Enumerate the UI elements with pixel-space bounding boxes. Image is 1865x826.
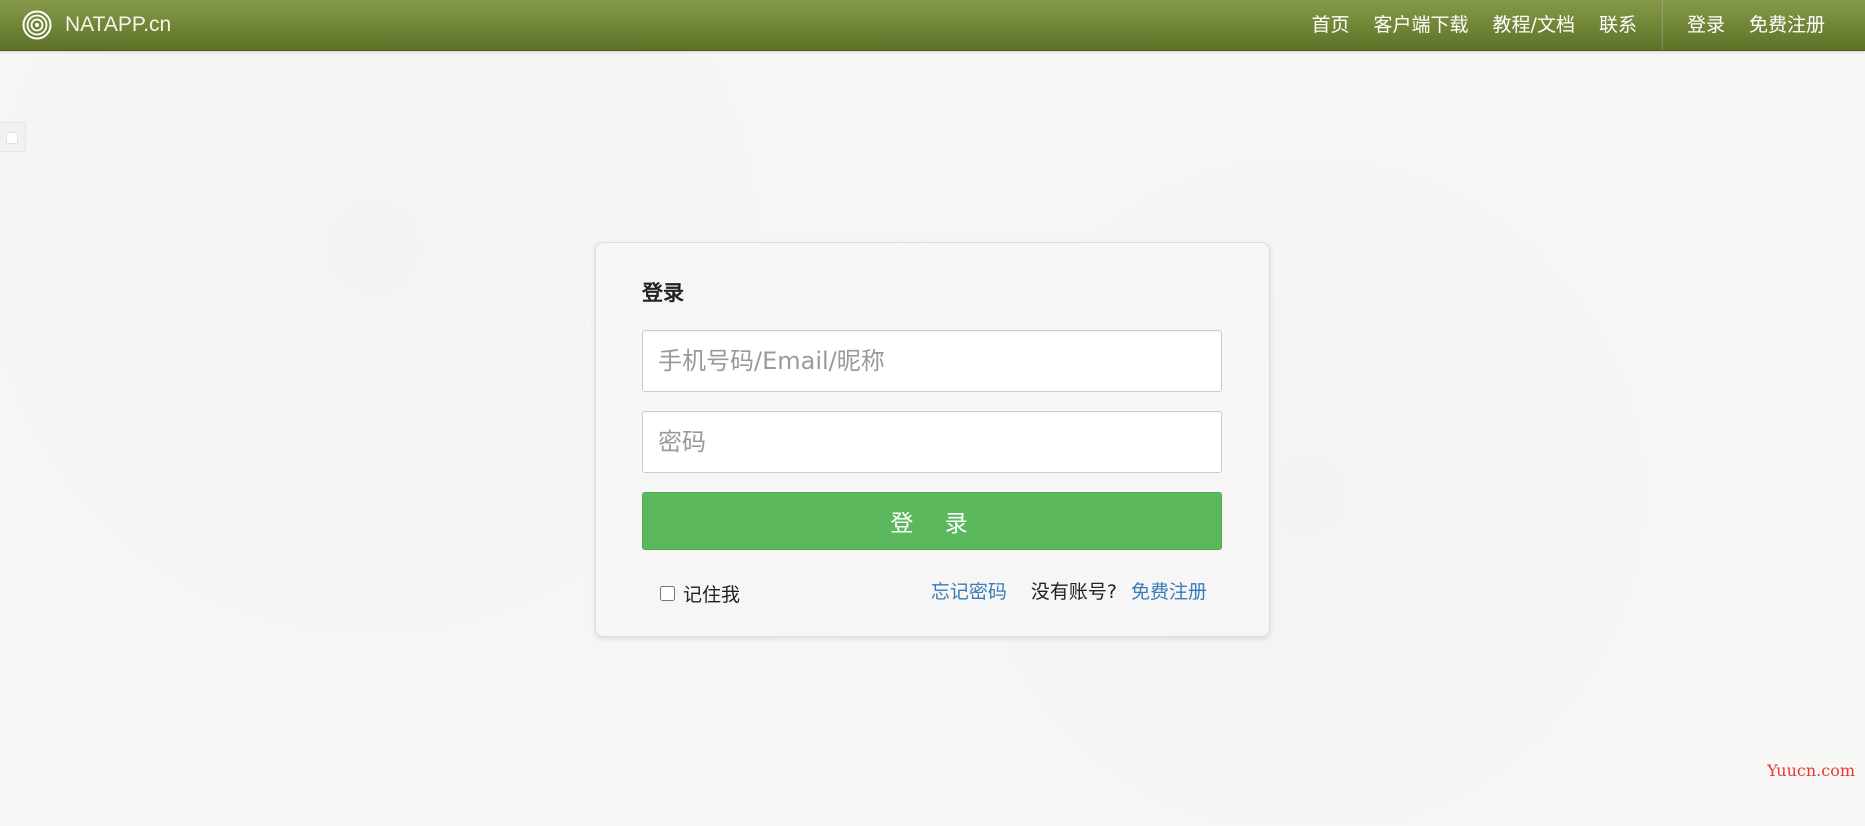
- login-panel: 登录 登 录 记住我 忘记密码 没有账号? 免费注册: [595, 242, 1270, 637]
- brand-name: NATAPP.cn: [65, 13, 172, 36]
- no-account-text: 没有账号?: [1030, 581, 1117, 603]
- side-tab[interactable]: [0, 122, 26, 152]
- remember-me-label: 记住我: [683, 584, 741, 606]
- nav-menu: 首页 客户端下载 教程/文档 联系 登录 免费注册: [1300, 0, 1837, 50]
- account-input[interactable]: [642, 330, 1222, 392]
- top-navbar: NATAPP.cn 首页 客户端下载 教程/文档 联系 登录 免费注册: [0, 0, 1865, 51]
- nav-link-docs[interactable]: 教程/文档: [1481, 0, 1587, 50]
- brand[interactable]: NATAPP.cn: [22, 8, 171, 42]
- register-link[interactable]: 免费注册: [1131, 577, 1207, 604]
- remember-me[interactable]: 记住我: [660, 580, 740, 607]
- nav-link-home[interactable]: 首页: [1300, 0, 1362, 50]
- login-submit-button[interactable]: 登 录: [642, 492, 1222, 550]
- nav-link-contact[interactable]: 联系: [1587, 0, 1649, 50]
- password-input[interactable]: [642, 411, 1222, 473]
- square-icon: [6, 132, 18, 144]
- forgot-password-link[interactable]: 忘记密码: [931, 577, 1007, 604]
- nav-link-register[interactable]: 免费注册: [1737, 0, 1837, 50]
- nav-link-login[interactable]: 登录: [1675, 0, 1737, 50]
- spiral-logo-icon: [22, 10, 52, 40]
- nav-main-links: 首页 客户端下载 教程/文档 联系: [1300, 0, 1649, 50]
- nav-link-client-download[interactable]: 客户端下载: [1362, 0, 1481, 50]
- watermark: Yuucn.com: [1767, 761, 1855, 780]
- login-title: 登录: [642, 281, 684, 305]
- nav-divider: [1660, 0, 1663, 50]
- login-links: 忘记密码 没有账号? 免费注册: [931, 577, 1207, 604]
- nav-auth-links: 登录 免费注册: [1675, 0, 1837, 50]
- remember-me-checkbox[interactable]: [660, 586, 675, 601]
